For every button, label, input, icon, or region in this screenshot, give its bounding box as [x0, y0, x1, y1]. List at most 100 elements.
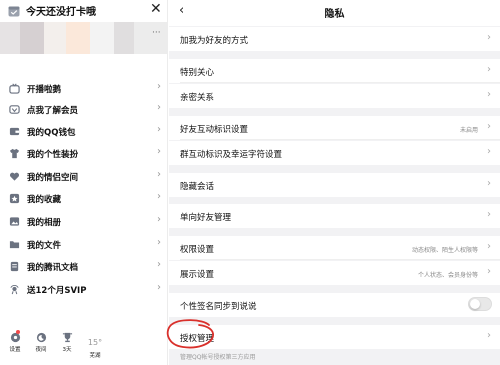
menu-item-files[interactable]: 我的文件 › — [0, 235, 168, 257]
menu-item-label: 点我了解会员 — [27, 106, 79, 116]
menu-item-label: 我的情侣空间 — [27, 173, 79, 183]
menu-item-dressup[interactable]: 我的个性装扮 › — [0, 144, 168, 167]
weather-city: 芜湖 — [89, 353, 101, 359]
row-label: 授权管理 — [180, 334, 215, 344]
settings-label: 设置 — [9, 347, 21, 353]
privacy-settings-panel: ‹ 隐私 加我为好友的方式 › 特别关心 › 亲密关系 › 好友互动标识设置 未… — [166, 0, 500, 365]
chevron-right-icon: › — [157, 124, 161, 135]
row-label: 群互动标识及幸运字符设置 — [180, 150, 283, 160]
menu-item-label: 我的相册 — [27, 218, 62, 228]
menu-item-wallet[interactable]: 我的QQ钱包 › — [0, 122, 168, 144]
chevron-right-icon: › — [487, 209, 491, 220]
row-label: 好友互动标识设置 — [180, 125, 249, 135]
row-label: 权限设置 — [180, 245, 215, 255]
chevron-right-icon: › — [157, 102, 161, 113]
row-one-way-friends[interactable]: 单向好友管理 › — [169, 204, 500, 228]
chevron-right-icon: › — [157, 81, 161, 92]
weather-temperature: 15° — [87, 338, 103, 347]
row-label: 个性签名同步到说说 — [180, 302, 257, 312]
night-mode-button[interactable]: 夜间 — [28, 330, 54, 353]
menu-item-favorites[interactable]: 我的收藏 › — [0, 189, 168, 212]
chevron-right-icon: › — [487, 241, 491, 252]
moon-icon — [36, 332, 46, 343]
row-status-value: 未启用 — [459, 127, 478, 134]
trophy-icon — [62, 332, 72, 343]
menu-item-svip-gift[interactable]: 送12个月SVIP › — [0, 280, 168, 302]
row-intimate-relationship[interactable]: 亲密关系 › — [169, 84, 500, 108]
menu-item-label: 我的文件 — [27, 241, 62, 251]
side-drawer: 今天还没打卡哦 ✕ ··· 开播啦鹅 › 点我了解会员 › 我的QQ钱包 › 我… — [0, 0, 168, 365]
row-authorization-management[interactable]: 授权管理 › — [169, 325, 500, 349]
chevron-right-icon: › — [487, 32, 491, 43]
checkin-calendar-icon[interactable] — [8, 5, 20, 17]
menu-item-broadcast[interactable]: 开播啦鹅 › — [0, 79, 168, 100]
navigation-bar: ‹ 隐私 — [169, 0, 500, 26]
menu-item-label: 我的个性装扮 — [27, 150, 79, 160]
row-label: 单向好友管理 — [180, 213, 232, 223]
chevron-right-icon: › — [487, 121, 491, 132]
drawer-bottom-bar: 设置 夜间 3天 15° 芜湖 — [0, 330, 168, 365]
photo-icon — [9, 217, 20, 226]
chevron-right-icon: › — [487, 64, 491, 75]
folder-icon — [9, 241, 20, 249]
row-label: 展示设置 — [180, 270, 215, 280]
row-label: 隐藏会话 — [180, 182, 215, 192]
menu-item-label: 开播啦鹅 — [27, 85, 62, 95]
signature-sync-toggle[interactable] — [468, 297, 492, 311]
page-title: 隐私 — [324, 9, 345, 20]
weather-widget[interactable]: 15° 芜湖 — [82, 330, 108, 359]
close-icon[interactable]: ✕ — [150, 1, 162, 17]
row-label: 特别关心 — [180, 68, 215, 78]
wallet-icon — [9, 127, 20, 136]
menu-item-album[interactable]: 我的相册 › — [0, 212, 168, 235]
chevron-right-icon: › — [157, 146, 161, 157]
broadcast-icon — [9, 83, 20, 94]
screen: 今天还没打卡哦 ✕ ··· 开播啦鹅 › 点我了解会员 › 我的QQ钱包 › 我… — [0, 0, 500, 365]
notification-dot — [16, 330, 20, 334]
row-label: 加我为好友的方式 — [180, 36, 249, 46]
chevron-right-icon: › — [487, 178, 491, 189]
row-label: 亲密关系 — [180, 93, 215, 103]
more-dots: ··· — [152, 28, 161, 38]
profile-blurred-banner[interactable] — [0, 22, 168, 54]
gift-icon — [10, 284, 19, 295]
menu-item-vip[interactable]: 点我了解会员 › — [0, 100, 168, 122]
night-mode-label: 夜间 — [35, 347, 47, 353]
row-status-value: 动态权限、陌生人权限等 — [411, 247, 478, 254]
divider — [180, 82, 500, 83]
settings-button[interactable]: 设置 — [2, 330, 28, 353]
row-special-care[interactable]: 特别关心 › — [169, 59, 500, 83]
chevron-right-icon: › — [157, 259, 161, 270]
menu-item-couple-space[interactable]: 我的情侣空间 › — [0, 167, 168, 189]
chevron-right-icon: › — [487, 89, 491, 100]
star-icon — [9, 193, 20, 204]
doc-icon — [10, 261, 19, 272]
drawer-menu: 开播啦鹅 › 点我了解会员 › 我的QQ钱包 › 我的个性装扮 › 我的情侣空间 — [0, 79, 168, 302]
heart-icon — [9, 172, 20, 181]
row-hidden-chats[interactable]: 隐藏会话 › — [169, 173, 500, 197]
shirt-icon — [9, 148, 20, 159]
menu-item-tencent-docs[interactable]: 我的腾讯文档 › — [0, 257, 168, 280]
menu-item-label: 我的腾讯文档 — [27, 263, 79, 273]
divider — [180, 139, 500, 140]
chevron-right-icon: › — [487, 146, 491, 157]
chevron-right-icon: › — [157, 169, 161, 180]
chevron-right-icon: › — [487, 330, 491, 341]
chevron-right-icon: › — [157, 237, 161, 248]
divider — [180, 259, 500, 260]
streak-days-label: 3天 — [62, 347, 72, 353]
row-display-settings[interactable]: 展示设置 个人状态、会员身份等 › — [169, 261, 500, 285]
vip-icon — [9, 105, 20, 114]
chevron-right-icon: › — [157, 214, 161, 225]
row-add-friend-method[interactable]: 加我为好友的方式 › — [169, 27, 500, 51]
row-group-interaction-badge[interactable]: 群互动标识及幸运字符设置 › — [169, 141, 500, 165]
row-permission-settings[interactable]: 权限设置 动态权限、陌生人权限等 › — [169, 236, 500, 260]
chevron-right-icon: › — [487, 266, 491, 277]
toggle-knob — [470, 299, 480, 309]
row-status-value: 个人状态、会员身份等 — [417, 272, 478, 279]
chevron-right-icon: › — [157, 191, 161, 202]
streak-button[interactable]: 3天 — [54, 330, 80, 353]
checkin-status-text[interactable]: 今天还没打卡哦 — [26, 3, 96, 18]
row-signature-sync: 个性签名同步到说说 — [169, 293, 500, 317]
row-friend-interaction-badge[interactable]: 好友互动标识设置 未启用 › — [169, 116, 500, 140]
